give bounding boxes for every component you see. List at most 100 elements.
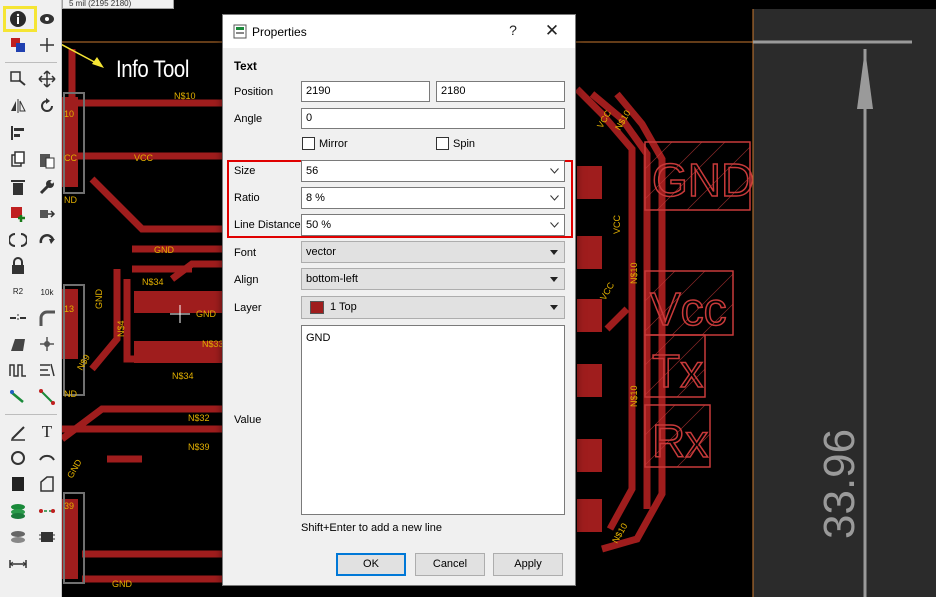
delete-icon[interactable] <box>7 176 29 198</box>
align-dropdown[interactable]: bottom-left <box>301 268 565 290</box>
split-icon[interactable] <box>7 307 29 329</box>
autorouter-icon[interactable] <box>36 386 58 408</box>
position-y-field[interactable]: 2180 <box>436 81 565 102</box>
signal-label: GND <box>94 289 104 310</box>
wrench-icon[interactable] <box>36 176 58 198</box>
pad <box>577 236 602 269</box>
silk-text-tx: Tx <box>652 345 703 397</box>
select-icon[interactable] <box>7 68 29 90</box>
align-icon[interactable] <box>7 122 29 144</box>
dimension-icon[interactable] <box>7 553 29 575</box>
layer-dropdown[interactable]: 1 Top <box>301 296 565 319</box>
position-x-field[interactable]: 2190 <box>301 81 430 102</box>
paste-icon[interactable] <box>36 149 58 171</box>
optimize-icon[interactable] <box>7 333 29 355</box>
info-icon[interactable] <box>7 8 29 30</box>
add-icon[interactable] <box>7 203 29 225</box>
silk-text-gnd: GND <box>652 154 754 206</box>
change-icon[interactable] <box>36 229 58 251</box>
layer-color-swatch <box>310 301 324 314</box>
size-combo[interactable]: 56 <box>301 160 565 182</box>
pad <box>577 166 602 199</box>
left-toolbar: R2 10k T <box>0 0 62 597</box>
signal-label: N$10 <box>629 385 639 407</box>
size-value: 56 <box>306 165 319 177</box>
dialog-titlebar[interactable]: Properties ? ✕ <box>223 15 575 48</box>
close-button[interactable]: ✕ <box>541 21 563 43</box>
properties-icon <box>233 24 247 39</box>
spin-label: Spin <box>453 138 476 150</box>
spin-checkbox[interactable] <box>436 137 449 150</box>
pads-right <box>577 166 602 532</box>
layer-value: 1 Top <box>330 301 357 313</box>
smash-icon[interactable] <box>7 229 29 251</box>
attribute-icon[interactable] <box>36 526 58 548</box>
line-distance-label: Line Distance <box>234 219 301 231</box>
ripup-icon[interactable] <box>36 359 58 381</box>
line-distance-combo[interactable]: 50 % <box>301 214 565 236</box>
line-icon[interactable] <box>7 421 29 443</box>
eye-icon[interactable] <box>36 8 58 30</box>
value-label: Value <box>234 414 262 426</box>
pad <box>577 299 602 332</box>
polygon-icon[interactable] <box>36 473 58 495</box>
signal-label: GND <box>196 309 217 319</box>
dropdown-arrow-icon <box>550 277 558 282</box>
ratio-combo[interactable]: 8 % <box>301 187 565 209</box>
signal-label: N$39 <box>188 442 210 452</box>
text-icon[interactable]: T <box>36 421 58 443</box>
origin-icon[interactable] <box>36 34 58 56</box>
pad-label: ND <box>64 389 77 399</box>
text-section-label: Text <box>234 61 257 73</box>
circle-icon[interactable] <box>7 447 29 469</box>
signal-label: VCC <box>612 214 622 234</box>
signal-label: N$10 <box>174 91 196 101</box>
replace-icon[interactable] <box>36 203 58 225</box>
name-icon-text: R2 <box>12 287 24 296</box>
cancel-button[interactable]: Cancel <box>415 553 485 576</box>
help-button[interactable]: ? <box>503 22 523 42</box>
hole-icon[interactable] <box>7 526 29 548</box>
layer-label: Layer <box>234 302 262 314</box>
value-icon[interactable]: 10k <box>36 281 58 303</box>
pad <box>577 364 602 397</box>
via-icon[interactable] <box>7 500 29 522</box>
mirror-icon[interactable] <box>7 95 29 117</box>
dimension-value: 33.96 <box>815 429 864 539</box>
mirror-checkbox[interactable] <box>302 137 315 150</box>
trace <box>89 269 121 372</box>
signal-label: N$10 <box>629 262 639 284</box>
signal-label: N$34 <box>142 277 164 287</box>
signal-icon[interactable] <box>36 500 58 522</box>
signal-label: GND <box>65 457 84 480</box>
route-icon[interactable] <box>36 333 58 355</box>
copy-icon[interactable] <box>7 149 29 171</box>
name-icon[interactable]: R2 <box>7 281 29 303</box>
text-icon-glyph: T <box>41 422 53 441</box>
chevron-down-icon <box>550 168 559 174</box>
annotation-arrow-head <box>92 57 104 68</box>
arc-icon[interactable] <box>36 447 58 469</box>
dialog-title: Properties <box>252 25 307 39</box>
value-textarea[interactable]: GND <box>301 325 565 515</box>
wire-icon[interactable] <box>7 386 29 408</box>
pads-left <box>62 97 222 579</box>
rect-icon[interactable] <box>7 473 29 495</box>
miter-icon[interactable] <box>36 307 58 329</box>
ok-button[interactable]: OK <box>336 553 406 576</box>
apply-button[interactable]: Apply <box>493 553 563 576</box>
pad-label: 13 <box>64 304 74 314</box>
lock-icon[interactable] <box>7 255 29 277</box>
angle-label: Angle <box>234 113 263 125</box>
font-dropdown[interactable]: vector <box>301 241 565 263</box>
meander-icon[interactable] <box>7 359 29 381</box>
info-tool-annotation: Info Tool <box>116 56 189 83</box>
signal-label: GND <box>154 245 175 255</box>
coordinate-readout: 5 mil (2195 2180) <box>62 0 174 9</box>
rotate-icon[interactable] <box>36 95 58 117</box>
ratio-value: 8 % <box>306 192 325 204</box>
layers-icon[interactable] <box>7 34 29 56</box>
move-icon[interactable] <box>36 68 58 90</box>
trace <box>604 306 630 332</box>
angle-field[interactable]: 0 <box>301 108 565 129</box>
